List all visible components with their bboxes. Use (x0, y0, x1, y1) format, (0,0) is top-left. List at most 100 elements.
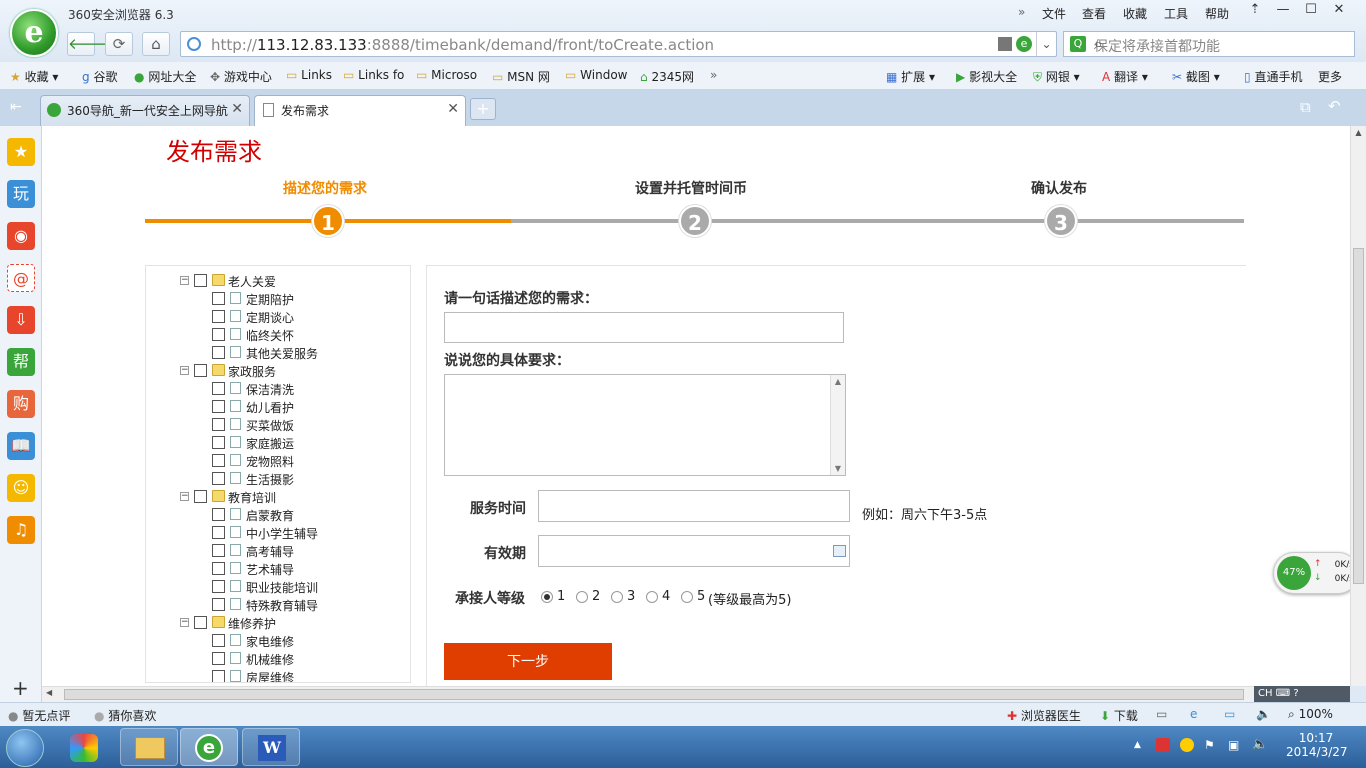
search-engine-icon[interactable]: Q (1070, 36, 1086, 52)
sidebar-toggle-icon[interactable]: ⇤ (10, 99, 22, 115)
start-button[interactable] (6, 729, 44, 767)
tree-checkbox[interactable] (212, 472, 225, 485)
detail-textarea[interactable]: ▲ ▼ (444, 374, 846, 476)
close-tab-icon[interactable]: ✕ (231, 101, 243, 117)
bookmark-links[interactable]: ▭ Links (286, 68, 332, 82)
book-icon[interactable]: 📖 (7, 432, 35, 460)
new-tab-button[interactable]: + (470, 98, 496, 120)
level-radio-2[interactable] (576, 591, 588, 603)
volume-icon[interactable]: 🔈 (1256, 707, 1271, 721)
download-manager[interactable]: ⬇ 下载 (1100, 707, 1138, 724)
next-step-button[interactable]: 下一步 (444, 643, 612, 680)
tree-checkbox[interactable] (194, 490, 207, 503)
tree-checkbox[interactable] (212, 346, 225, 359)
tray-flag-icon[interactable]: ⚑ (1204, 738, 1215, 752)
emoji-icon[interactable]: ☺ (7, 474, 35, 502)
collapse-icon[interactable]: − (180, 366, 189, 375)
scroll-left-icon[interactable]: ◀ (46, 688, 52, 697)
tray-network-icon[interactable]: ▣ (1228, 738, 1239, 752)
window-icon[interactable]: ▭ (1224, 707, 1235, 721)
rating-status[interactable]: ● 暂无点评 (8, 707, 70, 724)
page-horizontal-scrollbar[interactable]: ◀ CH ⌨ ? (42, 686, 1350, 704)
tree-checkbox[interactable] (212, 580, 225, 593)
browser-doctor[interactable]: ✚ 浏览器医生 (1007, 707, 1081, 724)
toolbar-screenshot[interactable]: ✂ 截图 ▾ (1172, 68, 1220, 85)
tree-checkbox[interactable] (212, 562, 225, 575)
tree-checkbox[interactable] (212, 670, 225, 682)
tree-checkbox[interactable] (212, 508, 225, 521)
tray-volume-icon[interactable]: 🔈 (1252, 737, 1268, 752)
taskbar-word[interactable]: W (242, 728, 300, 766)
tab-publish-demand[interactable]: 发布需求 ✕ (254, 95, 466, 126)
tree-checkbox[interactable] (212, 454, 225, 467)
shopping-icon[interactable]: 购 (7, 390, 35, 418)
bookmarks-more-icon[interactable]: » (710, 68, 717, 82)
minimize-icon[interactable]: — (1270, 2, 1296, 22)
toolbar-video[interactable]: ▶ 影视大全 (956, 68, 1017, 85)
weibo-icon[interactable]: ◉ (7, 222, 35, 250)
mail-icon[interactable]: @ (7, 264, 35, 292)
music-icon[interactable]: ♫ (7, 516, 35, 544)
toolbar-more[interactable]: 更多 (1318, 68, 1342, 85)
address-bar[interactable]: http://113.12.83.133:8888/timebank/deman… (180, 31, 1057, 57)
tree-checkbox[interactable] (212, 328, 225, 341)
tree-checkbox[interactable] (212, 418, 225, 431)
bookmark-msn[interactable]: ▭ MSN 网 (492, 68, 550, 85)
bookmark-links-fo[interactable]: ▭ Links fo (343, 68, 404, 82)
tab-360-nav[interactable]: 360导航_新一代安全上网导航 ✕ (40, 95, 250, 126)
restore-tab-icon[interactable]: ⧉ (1300, 98, 1311, 116)
guess-you-like[interactable]: ● 猜你喜欢 (94, 707, 156, 724)
collapse-icon[interactable]: − (180, 618, 189, 627)
collapse-icon[interactable]: − (180, 492, 189, 501)
close-tab-icon[interactable]: ✕ (447, 101, 459, 117)
tree-checkbox[interactable] (212, 400, 225, 413)
undo-close-icon[interactable]: ↶ (1328, 97, 1341, 115)
bookmark-favorites[interactable]: ★ 收藏 ▾ (10, 68, 58, 85)
tree-checkbox[interactable] (194, 364, 207, 377)
tools-icon[interactable]: ▭ (1156, 707, 1167, 721)
textarea-scrollbar[interactable]: ▲ ▼ (830, 375, 845, 475)
refresh-button[interactable]: ⟳ (105, 32, 133, 56)
level-radio-5[interactable] (681, 591, 693, 603)
bookmark-site-directory[interactable]: ● 网址大全 (134, 68, 196, 85)
tree-checkbox[interactable] (194, 616, 207, 629)
menu-help[interactable]: 帮助 (1205, 5, 1229, 22)
taskbar-explorer[interactable] (120, 728, 178, 766)
valid-period-input[interactable] (538, 535, 850, 567)
menu-favorites[interactable]: 收藏 (1123, 5, 1147, 22)
tray-360-icon[interactable] (1180, 738, 1194, 752)
toolbar-ebank[interactable]: ⛨ 网银 ▾ (1033, 68, 1080, 85)
menu-tools[interactable]: 工具 (1164, 5, 1188, 22)
tree-checkbox[interactable] (194, 274, 207, 287)
search-icon[interactable]: ⌕ (1094, 34, 1348, 54)
tree-checkbox[interactable] (212, 634, 225, 647)
tree-checkbox[interactable] (212, 292, 225, 305)
collapse-icon[interactable]: − (180, 276, 189, 285)
tree-checkbox[interactable] (212, 598, 225, 611)
bookmark-game-center[interactable]: ✥ 游戏中心 (210, 68, 272, 85)
play-games-icon[interactable]: 玩 (7, 180, 35, 208)
bookmark-2345[interactable]: ⌂ 2345网 (640, 68, 694, 85)
page-hscroll-thumb[interactable] (64, 689, 1244, 700)
network-monitor[interactable]: 47% ↑ ↓ 0K/s 0K/s (1273, 552, 1350, 594)
zoom-level[interactable]: ⌕ 100% (1288, 707, 1333, 722)
maximize-icon[interactable]: ☐ (1298, 2, 1324, 22)
summary-input[interactable] (444, 312, 844, 343)
add-sidebar-item-icon[interactable]: + (12, 676, 29, 700)
level-radio-3[interactable] (611, 591, 623, 603)
toolbar-translate[interactable]: A 翻译 ▾ (1102, 68, 1148, 85)
ie-mode-icon[interactable]: e (1016, 36, 1032, 52)
tray-app-icon[interactable] (1156, 738, 1170, 752)
tree-checkbox[interactable] (212, 382, 225, 395)
close-window-icon[interactable]: ✕ (1326, 2, 1352, 22)
scroll-up-icon[interactable]: ▲ (831, 377, 845, 386)
taskbar-app-1[interactable] (56, 728, 114, 766)
download-icon[interactable]: ⇩ (7, 306, 35, 334)
menu-view[interactable]: 查看 (1082, 5, 1106, 22)
ie-icon[interactable]: e (1190, 707, 1197, 721)
tree-checkbox[interactable] (212, 652, 225, 665)
page-vertical-scrollbar[interactable]: ▲ (1350, 126, 1366, 686)
toolbar-extensions[interactable]: ▦ 扩展 ▾ (886, 68, 935, 85)
bookmark-google[interactable]: g 谷歌 (82, 68, 117, 85)
scroll-down-icon[interactable]: ▼ (831, 464, 845, 473)
